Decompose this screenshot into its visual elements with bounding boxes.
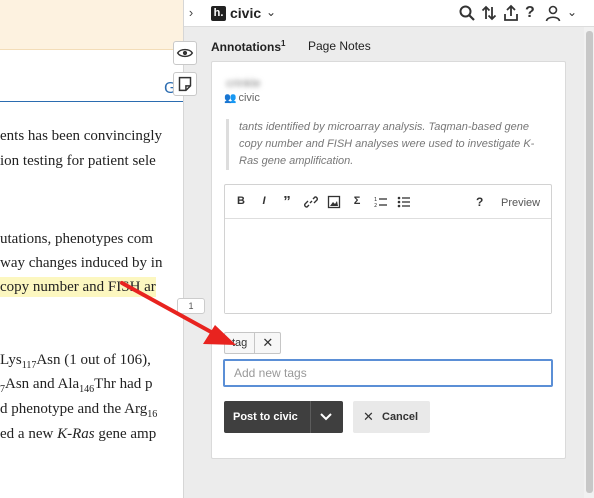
tab-page-notes[interactable]: Page Notes: [308, 39, 371, 53]
remove-tag-icon[interactable]: ✕: [254, 333, 280, 353]
doc-line-highlighted[interactable]: copy number and FISH ar: [0, 277, 156, 297]
doc-line: ion testing for patient sele: [0, 153, 156, 169]
tab-annotations-label: Annotations: [211, 40, 281, 54]
caret-down-icon[interactable]: ⌄: [567, 5, 585, 23]
annotation-quote: tants identified by microarray analysis.…: [226, 119, 536, 170]
toggle-highlights-button[interactable]: [173, 41, 197, 65]
annotation-group-name: civic: [238, 92, 260, 104]
sort-icon[interactable]: [480, 4, 498, 22]
preview-button[interactable]: Preview: [501, 197, 540, 209]
annotation-body-input[interactable]: [225, 219, 551, 313]
scrollbar-thumb[interactable]: [586, 31, 593, 493]
doc-line: ents has been convincingly: [0, 128, 163, 144]
tag-chip: tag ✕: [224, 332, 282, 354]
sidebar-topbar: › h. civic ⌄ ? ⌄: [184, 0, 594, 27]
quote-icon[interactable]: ”: [280, 193, 294, 210]
group-icon: 👥: [224, 93, 237, 104]
post-button-divider: [310, 401, 311, 433]
sidebar-scrollbar[interactable]: [584, 27, 594, 498]
numbered-list-icon[interactable]: 1 2: [374, 195, 388, 209]
post-button[interactable]: Post to civic: [224, 401, 343, 433]
share-icon[interactable]: [502, 4, 520, 22]
doc-line: ed a new K-Ras gene amp: [0, 426, 157, 442]
svg-text:2: 2: [374, 203, 377, 209]
add-tag-input[interactable]: [223, 359, 553, 387]
notice-banner: [0, 0, 183, 50]
cancel-button-label: Cancel: [382, 411, 419, 423]
markdown-editor: B I ” Σ 1 2 ? Preview: [224, 184, 552, 314]
help-icon[interactable]: ?: [525, 4, 543, 22]
annotation-card: crinkle 👥 civic tants identified by micro…: [211, 61, 566, 459]
chevron-down-icon[interactable]: [318, 410, 334, 424]
formatting-help-button[interactable]: ?: [476, 195, 483, 209]
close-icon: ✕: [363, 409, 374, 424]
annotation-sidebar: › h. civic ⌄ ? ⌄ Annotations1 Page Notes…: [173, 0, 594, 498]
document-page: G ents has been convincingly ion testing…: [0, 0, 183, 498]
doc-line: way changes induced by in: [0, 255, 163, 271]
collapse-sidebar-chevron-icon[interactable]: ›: [184, 5, 198, 20]
doc-line: 7Asn and Ala146Thr had p: [0, 376, 153, 395]
post-button-label: Post to civic: [233, 411, 298, 423]
group-selector-name[interactable]: civic: [230, 5, 261, 21]
chevron-down-icon[interactable]: ⌄: [266, 5, 276, 19]
search-icon[interactable]: [458, 4, 476, 22]
italic-icon[interactable]: I: [257, 195, 271, 207]
tag-label[interactable]: tag: [225, 333, 254, 353]
new-page-note-button[interactable]: [173, 72, 197, 96]
cancel-button[interactable]: ✕ Cancel: [353, 401, 430, 433]
link-icon[interactable]: [304, 195, 318, 209]
tab-annotations[interactable]: Annotations1: [211, 39, 285, 54]
doc-line: d phenotype and the Arg16: [0, 401, 158, 420]
editor-toolbar: B I ” Σ 1 2 ? Preview: [225, 185, 551, 219]
math-icon[interactable]: Σ: [350, 195, 364, 207]
annotation-group[interactable]: 👥 civic: [224, 92, 260, 104]
doc-line: Lys117Asn (1 out of 106),: [0, 352, 151, 371]
eye-icon: [176, 48, 194, 58]
annotations-count: 1: [281, 39, 286, 48]
hypothesis-logo-icon[interactable]: h.: [211, 6, 226, 21]
image-icon[interactable]: [327, 195, 341, 209]
search-box[interactable]: [0, 74, 183, 102]
bold-icon[interactable]: B: [234, 195, 248, 207]
annotation-bucket-count[interactable]: 1: [177, 298, 205, 314]
user-icon[interactable]: [544, 4, 562, 22]
bullet-list-icon[interactable]: [397, 195, 411, 209]
doc-line: utations, phenotypes com: [0, 231, 153, 247]
note-icon: [178, 76, 192, 92]
username[interactable]: crinkle: [226, 76, 261, 90]
